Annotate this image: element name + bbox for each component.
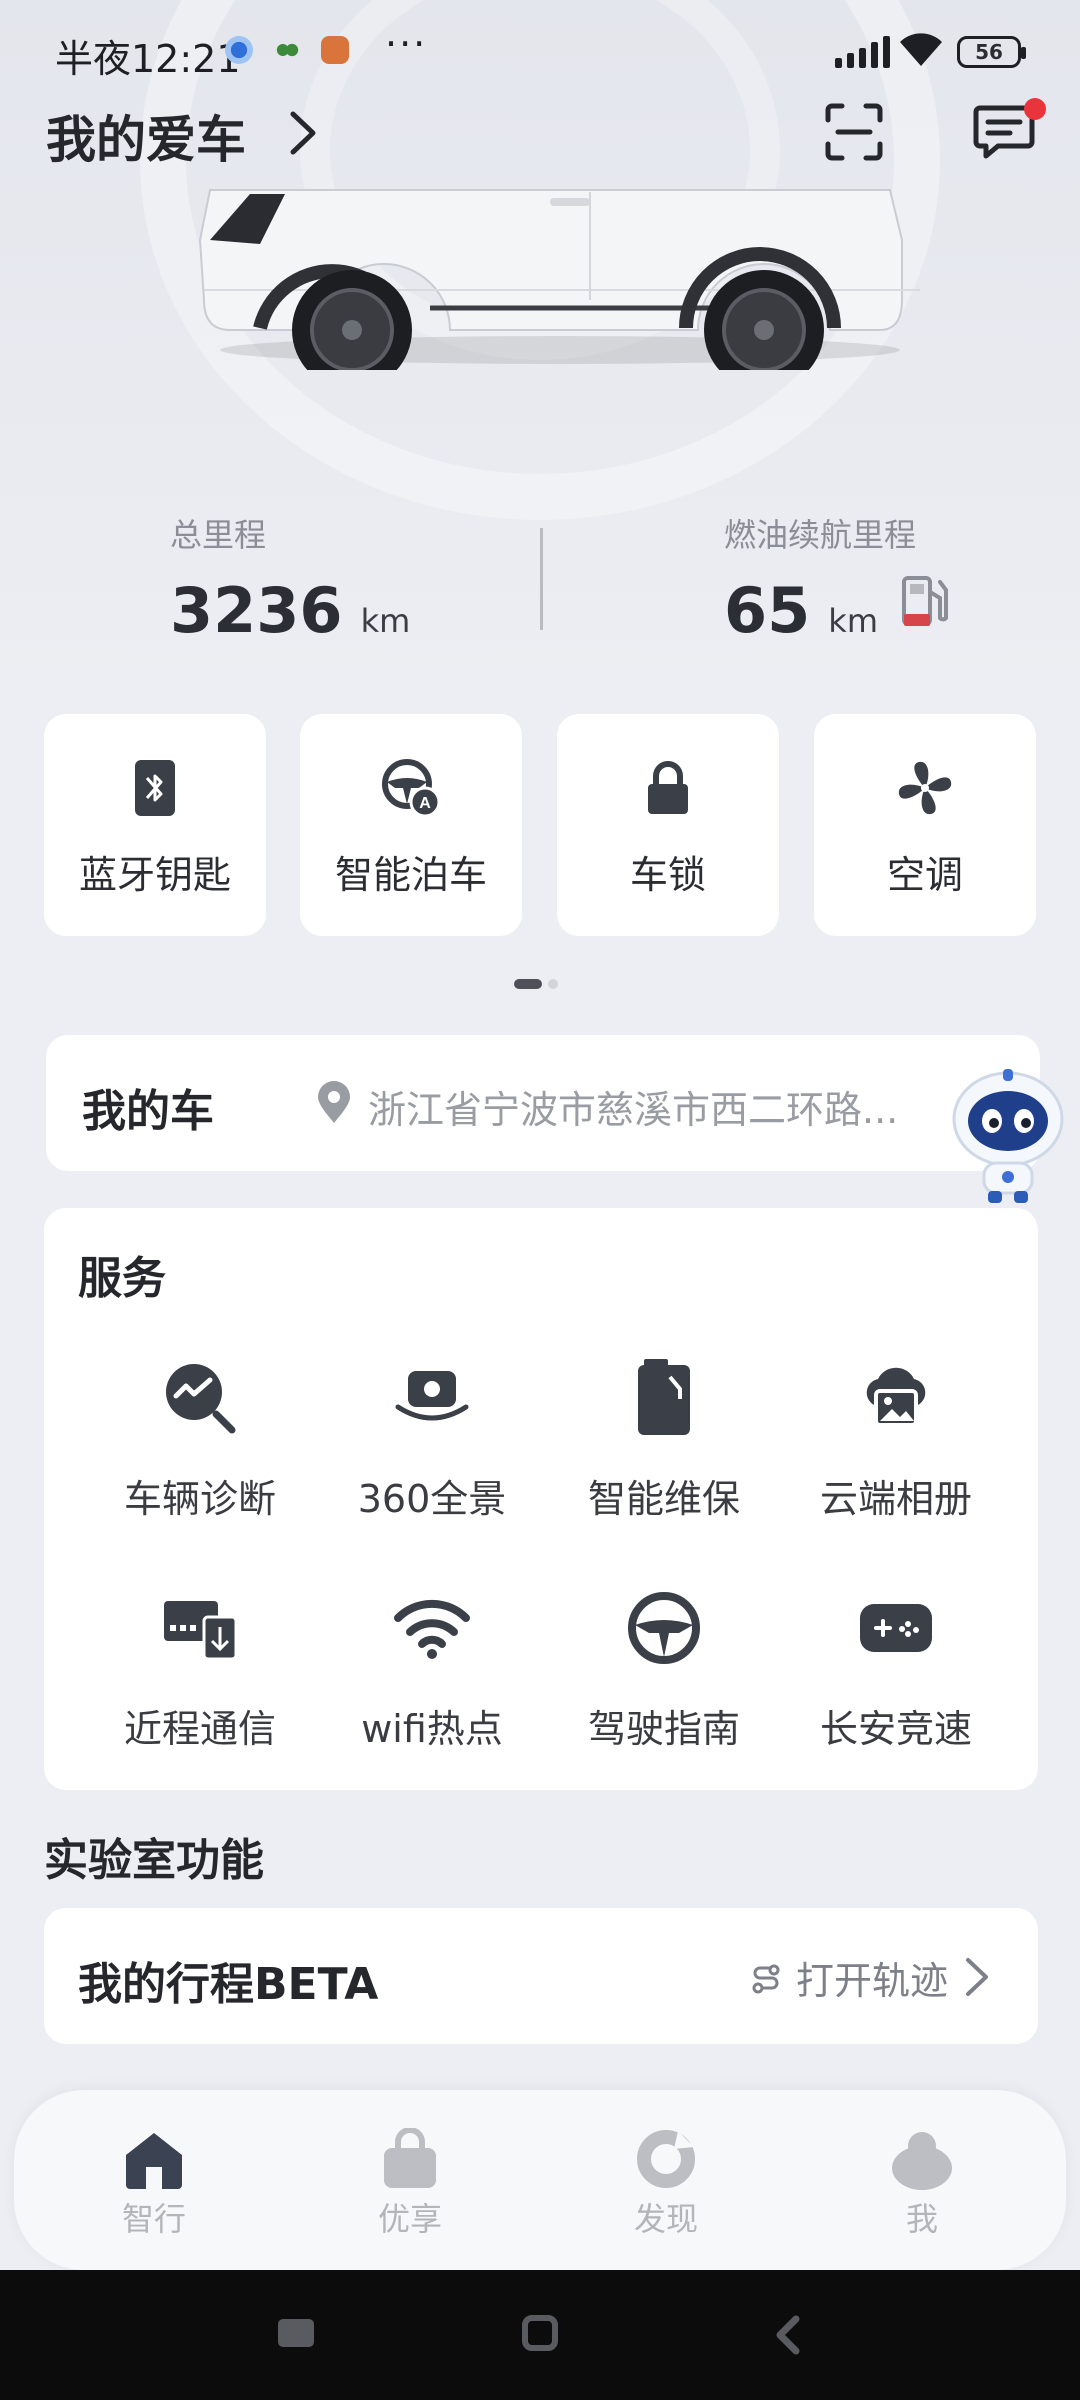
app-notify-icon <box>273 36 301 64</box>
recent-apps-icon[interactable] <box>276 2315 316 2351</box>
app-notify-icon <box>321 36 349 64</box>
car-address: 浙江省宁波市慈溪市西二环路... <box>368 1088 899 1132</box>
total-mileage-value: 3236 <box>170 574 343 647</box>
panorama-camera-icon <box>395 1371 469 1421</box>
wifi-icon <box>394 1599 470 1659</box>
open-track-link[interactable]: 打开轨迹 <box>796 1950 948 2005</box>
nav-label: 优享 <box>377 2200 442 2238</box>
quick-action-label: 蓝牙钥匙 <box>78 853 231 897</box>
bluetooth-key-icon <box>135 760 175 816</box>
service-label: 云端相册 <box>819 1477 972 1521</box>
user-icon <box>892 2132 952 2190</box>
my-car-location-card[interactable]: 我的车 浙江省宁波市慈溪市西二环路... <box>46 1035 1040 1171</box>
bottom-navigation: 智行 优享 发现 我 <box>14 2090 1066 2270</box>
auto-parking-icon: A <box>382 759 441 818</box>
gamepad-icon <box>860 1604 932 1652</box>
notification-icons <box>225 36 349 64</box>
nav-label: 我 <box>905 2200 938 2238</box>
nav-item-youxiang[interactable]: 优享 <box>330 2126 490 2240</box>
more-notifications-icon: ··· <box>385 22 428 66</box>
page-dot <box>548 979 558 989</box>
fuel-pump-icon <box>902 576 948 626</box>
battery-level: 56 <box>975 40 1003 64</box>
service-label: wifi热点 <box>361 1707 503 1751</box>
signal-icon <box>835 36 890 68</box>
lock-icon <box>648 761 688 814</box>
page-indicator <box>514 979 558 989</box>
service-label: 驾驶指南 <box>587 1707 740 1751</box>
fuel-range-label: 燃油续航里程 <box>724 516 917 554</box>
nav-label: 智行 <box>121 2200 186 2238</box>
chevron-right-icon <box>966 1958 988 1996</box>
fuel-range: 燃油续航里程 65 km <box>724 510 916 647</box>
cloud-album-icon <box>866 1367 926 1427</box>
near-comm-icon <box>164 1601 238 1661</box>
quick-lock[interactable]: 车锁 <box>557 714 779 936</box>
service-vehicle-diagnosis[interactable]: 车辆诊断 <box>84 1358 316 1523</box>
service-smart-maintenance[interactable]: 智能维保 <box>548 1358 780 1523</box>
total-mileage-label: 总里程 <box>170 516 267 554</box>
quick-action-label: 空调 <box>886 853 963 897</box>
my-trip-card[interactable]: 我的行程BETA 打开轨迹 <box>44 1908 1038 2044</box>
services-title: 服务 <box>78 1253 166 1304</box>
my-trip-title: 我的行程BETA <box>78 1959 379 2010</box>
assistant-robot-icon[interactable] <box>948 1065 1068 1205</box>
battery-icon: 56 <box>957 36 1026 68</box>
page-dot-active <box>514 979 542 989</box>
lab-section-title: 实验室功能 <box>44 1835 264 1886</box>
app-notify-icon <box>225 36 253 64</box>
discover-icon <box>637 2130 695 2188</box>
location-pin-icon <box>318 1081 350 1123</box>
quick-bluetooth-key[interactable]: 蓝牙钥匙 <box>44 714 266 936</box>
home-icon <box>126 2133 182 2189</box>
fuel-range-unit: km <box>828 602 878 640</box>
total-mileage-unit: km <box>360 602 411 640</box>
status-bar: 半夜12:21 ··· 56 <box>0 0 1080 100</box>
quick-action-label: 智能泊车 <box>334 853 487 897</box>
service-changan-racing[interactable]: 长安竞速 <box>780 1588 1012 1753</box>
route-icon <box>752 1964 780 1994</box>
svg-text:A: A <box>419 795 431 812</box>
my-car-title: 我的车 <box>82 1086 214 1137</box>
service-label: 长安竞速 <box>819 1707 972 1751</box>
nav-item-zhixing[interactable]: 智行 <box>74 2126 234 2240</box>
back-button-icon[interactable] <box>772 2315 802 2355</box>
page-title[interactable]: 我的爱车 <box>46 100 246 172</box>
service-cloud-album[interactable]: 云端相册 <box>780 1358 1012 1523</box>
service-label: 近程通信 <box>123 1707 276 1751</box>
diagnosis-icon <box>166 1364 236 1434</box>
nav-item-me[interactable]: 我 <box>842 2126 1002 2240</box>
car-image[interactable] <box>190 180 930 370</box>
home-button-icon[interactable] <box>522 2315 558 2351</box>
status-time: 半夜12:21 <box>55 37 241 81</box>
bag-icon <box>384 2128 436 2188</box>
nav-label: 发现 <box>633 2200 698 2238</box>
fuel-range-value: 65 <box>724 574 811 647</box>
system-nav-bar <box>0 2270 1080 2400</box>
service-wifi-hotspot[interactable]: wifi热点 <box>316 1588 548 1753</box>
services-panel: 服务 车辆诊断 360全景 智能维保 云端相册 近程通信 wifi热点 驾驶指南… <box>44 1208 1038 1790</box>
quick-air-conditioner[interactable]: 空调 <box>814 714 1036 936</box>
wifi-status-icon <box>900 33 942 66</box>
service-label: 智能维保 <box>587 1477 740 1521</box>
service-driving-guide[interactable]: 驾驶指南 <box>548 1588 780 1753</box>
steering-wheel-icon <box>628 1592 700 1664</box>
service-label: 360全景 <box>357 1477 507 1521</box>
divider <box>540 528 543 630</box>
scan-icon[interactable] <box>822 100 886 164</box>
notification-dot <box>1024 98 1046 120</box>
quick-action-label: 车锁 <box>629 853 706 897</box>
maintenance-icon <box>638 1359 690 1435</box>
service-360-panorama[interactable]: 360全景 <box>316 1358 548 1523</box>
quick-auto-parking[interactable]: A 智能泊车 <box>300 714 522 936</box>
service-near-communication[interactable]: 近程通信 <box>84 1588 316 1753</box>
service-label: 车辆诊断 <box>123 1477 276 1521</box>
chevron-right-icon[interactable] <box>285 108 321 158</box>
fan-icon <box>898 761 952 815</box>
nav-item-faxian[interactable]: 发现 <box>586 2126 746 2240</box>
total-mileage: 总里程 3236 km <box>170 510 410 647</box>
